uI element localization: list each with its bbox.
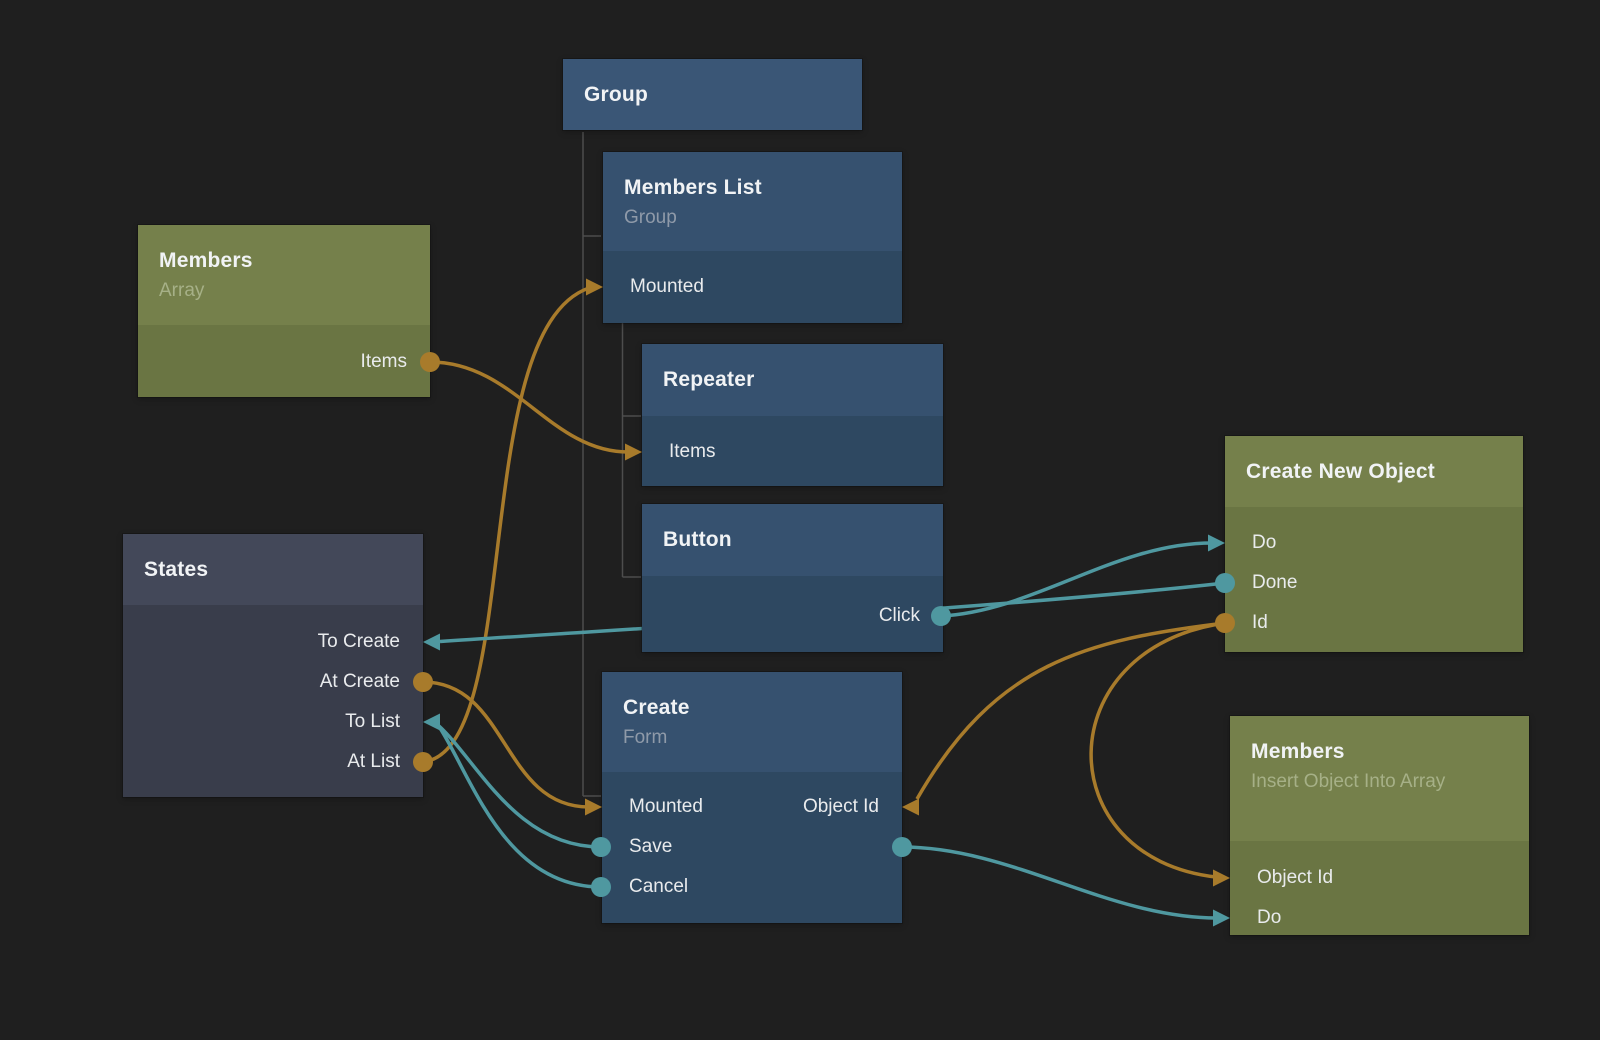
port-at-create[interactable]: At Create — [123, 662, 423, 702]
node-members-insert[interactable]: Members Insert Object Into Array Object … — [1230, 716, 1529, 935]
port-items[interactable]: Items — [138, 342, 430, 382]
port-label: Mounted — [629, 796, 703, 817]
port-label: Items — [361, 351, 407, 372]
wire-cancel-to-states-to-list[interactable] — [440, 728, 601, 887]
node-states[interactable]: States To Create At Create To List At Li… — [123, 534, 423, 797]
port-label: Object Id — [803, 796, 879, 817]
node-members-list[interactable]: Members List Group Mounted — [603, 152, 902, 323]
wire-at-create-to-create-mounted[interactable] — [423, 682, 589, 807]
port-cancel[interactable]: Cancel — [602, 867, 752, 907]
node-subtitle: Array — [159, 277, 418, 304]
wire-at-list-to-members-list-mounted[interactable] — [423, 288, 589, 762]
port-to-create[interactable]: To Create — [123, 622, 423, 662]
port-object-id[interactable]: Object Id — [752, 787, 902, 827]
node-title: Members List — [624, 174, 890, 201]
port-click[interactable]: Click — [642, 596, 943, 636]
port-arrow-states-to-list[interactable] — [423, 714, 440, 731]
port-label: Do — [1257, 907, 1281, 928]
node-create-new-object[interactable]: Create New Object Do Done Id — [1225, 436, 1523, 652]
node-subtitle: Insert Object Into Array — [1251, 768, 1446, 795]
port-label: At Create — [320, 671, 400, 692]
port-label: Done — [1252, 572, 1297, 593]
node-title: Members — [1251, 738, 1517, 765]
node-button[interactable]: Button Click — [642, 504, 943, 652]
node-members-array[interactable]: Members Array Items — [138, 225, 430, 397]
wire-click-to-cno-do[interactable] — [941, 543, 1212, 616]
node-title: Button — [663, 526, 931, 553]
port-arrow-members-insert-object-id[interactable] — [1213, 870, 1230, 887]
port-items[interactable]: Items — [642, 432, 943, 472]
port-arrow-cno-do[interactable] — [1208, 535, 1225, 552]
node-title: Create — [623, 694, 890, 721]
port-label: Object Id — [1257, 867, 1333, 888]
port-do[interactable]: Do — [1230, 898, 1529, 938]
port-arrow-repeater-items[interactable] — [625, 444, 642, 461]
node-group[interactable]: Group — [563, 59, 862, 130]
wire-id-to-members-insert-object-id[interactable] — [1091, 623, 1225, 877]
port-id[interactable]: Id — [1225, 603, 1523, 643]
node-repeater[interactable]: Repeater Items — [642, 344, 943, 486]
wire-save-to-states-to-list[interactable] — [439, 726, 601, 847]
port-label: Mounted — [630, 276, 704, 297]
port-label: Do — [1252, 532, 1276, 553]
port-object-id[interactable]: Object Id — [1230, 858, 1529, 898]
node-editor-canvas[interactable]: Group Members List Group Mounted Members… — [0, 0, 1600, 1040]
port-arrow-states-to-create[interactable] — [423, 634, 440, 651]
wire-id-to-create-object-id[interactable] — [917, 623, 1225, 799]
node-title: Group — [584, 81, 850, 108]
port-label: To List — [345, 711, 400, 732]
port-arrow-create-mounted[interactable] — [585, 799, 602, 816]
port-label: Id — [1252, 612, 1268, 633]
port-label: At List — [347, 751, 400, 772]
node-title: States — [144, 556, 411, 583]
port-to-list[interactable]: To List — [123, 702, 423, 742]
port-arrow-members-insert-do[interactable] — [1213, 910, 1230, 927]
node-title: Members — [159, 247, 418, 274]
port-mounted[interactable]: Mounted — [602, 787, 752, 827]
node-subtitle: Form — [623, 724, 890, 751]
port-done[interactable]: Done — [1225, 563, 1523, 603]
port-label: Click — [879, 605, 920, 626]
port-label: To Create — [318, 631, 400, 652]
node-subtitle: Group — [624, 204, 890, 231]
node-create-form[interactable]: Create Form Mounted Save Cancel Object I… — [602, 672, 902, 923]
node-title: Repeater — [663, 366, 931, 393]
port-save[interactable]: Save — [602, 827, 752, 867]
wire-create-out-to-members-insert-do[interactable] — [902, 847, 1217, 918]
port-at-list[interactable]: At List — [123, 742, 423, 782]
port-arrow-members-list-mounted[interactable] — [586, 279, 603, 296]
port-label: Cancel — [629, 876, 688, 897]
port-label: Save — [629, 836, 672, 857]
port-label: Items — [669, 441, 715, 462]
port-arrow-create-object-id[interactable] — [902, 799, 919, 816]
node-title: Create New Object — [1246, 458, 1511, 485]
port-do[interactable]: Do — [1225, 523, 1523, 563]
port-mounted[interactable]: Mounted — [603, 267, 902, 307]
wire-members-items-to-repeater-items[interactable] — [430, 362, 628, 452]
